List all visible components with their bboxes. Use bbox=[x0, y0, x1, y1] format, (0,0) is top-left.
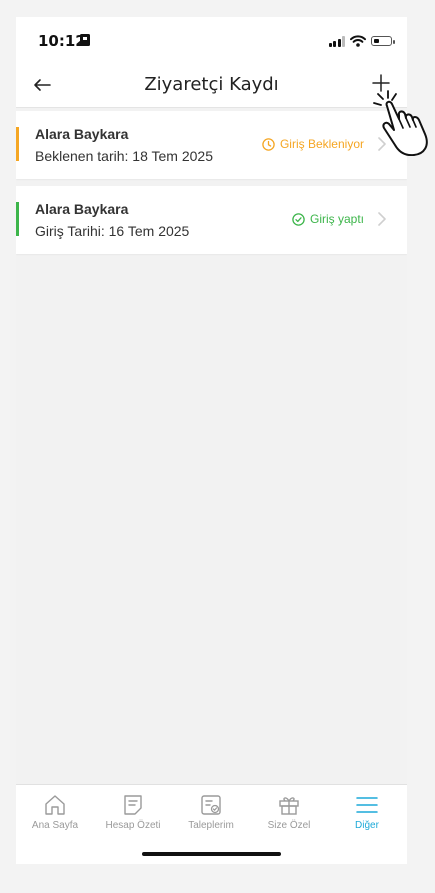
status-accent-bar bbox=[16, 202, 19, 236]
tab-home[interactable]: Ana Sayfa bbox=[16, 793, 94, 831]
visitor-date: Giriş Tarihi: 16 Tem 2025 bbox=[35, 223, 190, 239]
battery-icon bbox=[371, 36, 395, 46]
tab-account-summary[interactable]: Hesap Özeti bbox=[94, 793, 172, 831]
visitor-name: Alara Baykara bbox=[35, 126, 129, 142]
visitor-status: Giriş yaptı bbox=[292, 212, 364, 226]
visitor-date: Beklenen tarih: 18 Tem 2025 bbox=[35, 148, 213, 164]
home-icon bbox=[45, 795, 65, 815]
visitor-name: Alara Baykara bbox=[35, 201, 129, 217]
menu-icon bbox=[356, 797, 378, 813]
tab-requests[interactable]: Taleplerim bbox=[172, 793, 250, 831]
status-indicators bbox=[328, 34, 395, 48]
tab-label: Size Özel bbox=[267, 820, 311, 831]
visitor-list: Alara Baykara Beklenen tarih: 18 Tem 202… bbox=[16, 111, 407, 261]
tab-label: Ana Sayfa bbox=[31, 820, 79, 831]
status-bar: 10:12 bbox=[16, 17, 407, 65]
document-icon bbox=[124, 795, 142, 815]
visitor-card-checked-in[interactable]: Alara Baykara Giriş Tarihi: 16 Tem 2025 … bbox=[16, 186, 407, 254]
wifi-icon bbox=[350, 35, 366, 47]
checklist-icon bbox=[201, 795, 221, 815]
tab-label: Diğer bbox=[355, 820, 379, 831]
status-accent-bar bbox=[16, 127, 19, 161]
visitor-status-label: Giriş yaptı bbox=[309, 212, 364, 226]
app-header: Ziyaretçi Kaydı bbox=[16, 65, 407, 108]
visitor-status: Giriş Bekleniyor bbox=[262, 137, 364, 151]
chevron-right-icon bbox=[378, 212, 386, 226]
tap-hand-cursor-icon bbox=[373, 90, 428, 156]
check-circle-icon bbox=[292, 212, 305, 226]
visitor-status-label: Giriş Bekleniyor bbox=[279, 137, 364, 151]
clock-icon bbox=[262, 137, 275, 151]
sim-card-icon bbox=[80, 34, 90, 46]
signal-icon bbox=[328, 35, 345, 47]
tab-label: Taleplerim bbox=[188, 820, 234, 831]
visitor-card-pending[interactable]: Alara Baykara Beklenen tarih: 18 Tem 202… bbox=[16, 111, 407, 179]
page-title: Ziyaretçi Kaydı bbox=[144, 74, 279, 95]
tab-special-offers[interactable]: Size Özel bbox=[250, 793, 328, 831]
gift-icon bbox=[279, 797, 299, 815]
tab-label: Hesap Özeti bbox=[105, 820, 161, 831]
phone-screen: 10:12 Ziyaretçi Kaydı Alara Baykara Bekl… bbox=[16, 17, 407, 864]
status-time: 10:12 bbox=[38, 32, 86, 50]
tab-more[interactable]: Diğer bbox=[328, 793, 406, 831]
home-indicator bbox=[142, 852, 281, 856]
